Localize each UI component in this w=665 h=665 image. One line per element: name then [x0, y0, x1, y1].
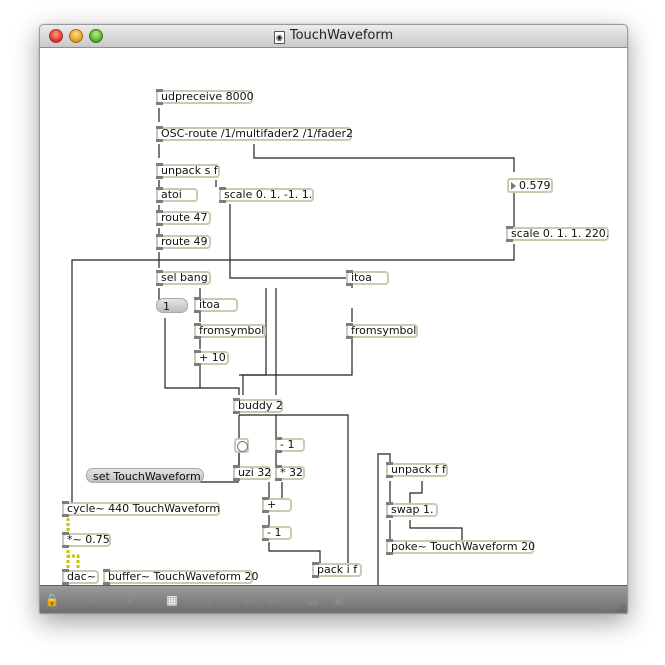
udpreceive-object[interactable]: udpreceive 8000	[156, 89, 254, 105]
patcher-window: ◉ TouchWaveform udpreceive 8000 OSC-rout…	[39, 24, 628, 614]
document-icon: ◉	[273, 31, 285, 44]
patch-canvas[interactable]: udpreceive 8000 OSC-route /1/multifader2…	[40, 48, 627, 585]
presentation-icon[interactable]: ▦	[164, 592, 180, 608]
info-icon[interactable]: i	[201, 592, 217, 608]
minus-1-object-top[interactable]: - 1	[275, 437, 305, 453]
dac-object[interactable]: dac~	[62, 569, 99, 585]
buffer-object[interactable]: buffer~ TouchWaveform 20	[103, 569, 258, 585]
plus-icon[interactable]: +	[84, 592, 100, 608]
snap-icon[interactable]: ▣	[331, 592, 347, 608]
plus-object[interactable]: +	[262, 497, 292, 513]
scale-object-right[interactable]: scale 0. 1. 1. 220.	[506, 226, 609, 242]
cord[interactable]	[409, 481, 423, 503]
buddy-object[interactable]: buddy 2	[233, 398, 283, 414]
number-value: 0.579	[519, 179, 551, 192]
itoa-object-left[interactable]: itoa	[194, 297, 238, 313]
uzi-object[interactable]: uzi 32	[233, 465, 271, 481]
atoi-object[interactable]: atoi	[156, 187, 198, 203]
bang-button[interactable]	[234, 438, 249, 453]
bottom-toolbar: 🔒 + ✥ ▦ i ⧉ ⧉ ▦ ▣	[40, 585, 627, 613]
window-title: TouchWaveform	[289, 28, 394, 43]
grid-icon[interactable]: ▦	[305, 592, 321, 608]
multiply-32-object[interactable]: * 32	[275, 465, 305, 481]
itoa-object-right[interactable]: itoa	[346, 270, 389, 286]
cord[interactable]	[268, 542, 321, 563]
sel-bang-object[interactable]: sel bang	[156, 270, 211, 286]
fromsymbol-object-right[interactable]: fromsymbol	[346, 323, 418, 339]
cord[interactable]	[409, 520, 463, 540]
signal-multiply-object[interactable]: *~ 0.75	[62, 532, 111, 548]
move-arrows-icon[interactable]: ✥	[122, 592, 138, 608]
route-47-object[interactable]: route 47	[156, 210, 211, 226]
swap-object[interactable]: swap 1.	[386, 502, 438, 518]
plus-10-object[interactable]: + 10	[194, 350, 229, 366]
cord[interactable]	[242, 338, 353, 395]
message-box-set[interactable]: set TouchWaveform	[86, 468, 204, 483]
osc-route-object[interactable]: OSC-route /1/multifader2 /1/fader2	[156, 126, 353, 142]
pack-object[interactable]: pack i f	[312, 562, 362, 578]
unpack-f-f-object[interactable]: unpack f f	[386, 462, 448, 478]
resize-grip-icon[interactable]	[615, 602, 625, 612]
bang-circle-icon	[237, 441, 248, 452]
poke-object[interactable]: poke~ TouchWaveform 20	[386, 539, 535, 555]
message-box-1[interactable]: 1	[156, 298, 188, 313]
route-49-object[interactable]: route 49	[156, 234, 211, 250]
minus-1-object-bottom[interactable]: - 1	[262, 525, 292, 541]
cord[interactable]	[239, 414, 277, 438]
layer-back-icon[interactable]: ⧉	[265, 592, 281, 608]
scale-object-top[interactable]: scale 0. 1. -1. 1.	[219, 187, 314, 203]
cycle-object[interactable]: cycle~ 440 TouchWaveform	[62, 501, 220, 517]
cord[interactable]	[229, 204, 353, 288]
number-box[interactable]: 0.579	[507, 178, 553, 193]
number-triangle-icon	[511, 182, 516, 190]
lock-icon[interactable]: 🔒	[44, 592, 60, 608]
title-bar: ◉ TouchWaveform	[40, 25, 627, 48]
cord[interactable]	[253, 144, 515, 172]
unpack-s-f-object[interactable]: unpack s f	[156, 163, 220, 179]
layer-front-icon[interactable]: ⧉	[240, 592, 256, 608]
window-title-wrap: ◉ TouchWaveform	[40, 28, 627, 44]
fromsymbol-object-left[interactable]: fromsymbol	[194, 323, 266, 339]
